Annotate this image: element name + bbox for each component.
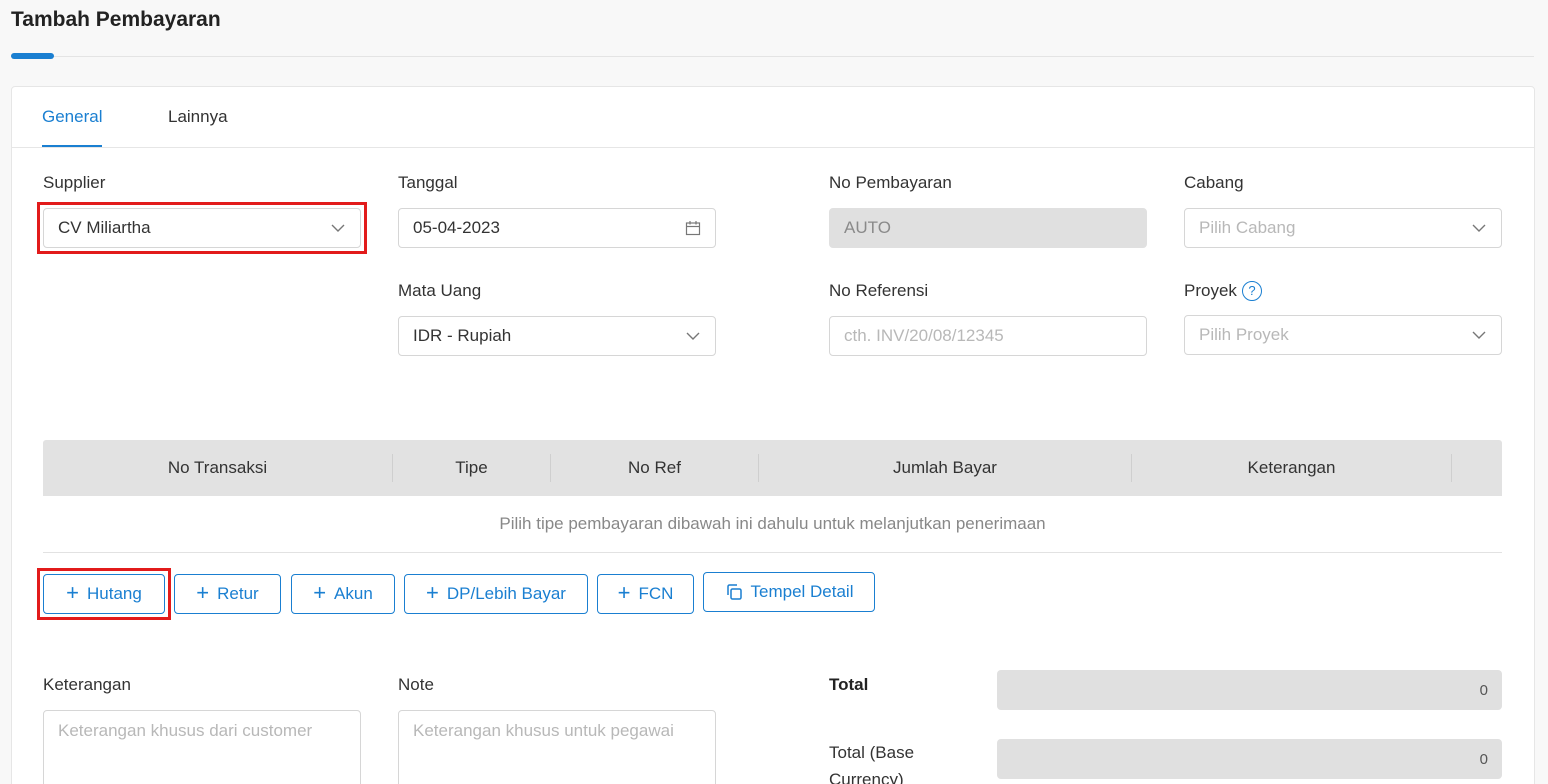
plus-icon: +: [196, 580, 210, 605]
no-pembayaran-field: AUTO: [829, 208, 1147, 248]
payment-table-header: No Transaksi Tipe No Ref Jumlah Bayar Ke…: [43, 440, 1502, 496]
total-base-value: 0: [1479, 750, 1488, 768]
proyek-placeholder: Pilih Proyek: [1199, 325, 1289, 344]
cabang-placeholder: Pilih Cabang: [1199, 218, 1296, 237]
proyek-select[interactable]: Pilih Proyek: [1184, 315, 1502, 355]
total-label: Total: [829, 675, 869, 694]
note-textarea[interactable]: Keterangan khusus untuk pegawai: [398, 710, 716, 784]
supplier-highlight: [37, 202, 367, 254]
chevron-down-icon: [1472, 331, 1486, 339]
column-tipe: Tipe: [455, 458, 488, 477]
tab-lainnya[interactable]: Lainnya: [168, 107, 228, 127]
tab-general[interactable]: General: [42, 107, 102, 127]
no-referensi-placeholder: cth. INV/20/08/12345: [844, 326, 1004, 345]
tanggal-value: 05-04-2023: [413, 218, 500, 237]
tabs-divider: [12, 147, 1534, 148]
copy-icon: [726, 584, 742, 600]
column-separator: [1451, 454, 1452, 482]
table-empty-message: Pilih tipe pembayaran dibawah ini dahulu…: [499, 514, 1046, 533]
column-no-ref: No Ref: [628, 458, 681, 477]
chevron-down-icon: [686, 332, 700, 340]
keterangan-textarea[interactable]: Keterangan khusus dari customer: [43, 710, 361, 784]
add-akun-label: Akun: [334, 584, 373, 603]
proyek-label: Proyek: [1184, 281, 1237, 300]
column-jumlah-bayar: Jumlah Bayar: [893, 458, 997, 477]
hutang-highlight: [37, 568, 171, 620]
mata-uang-label: Mata Uang: [398, 281, 482, 300]
cabang-select[interactable]: Pilih Cabang: [1184, 208, 1502, 248]
calendar-icon[interactable]: [685, 220, 701, 236]
plus-icon: +: [426, 580, 439, 605]
cabang-label: Cabang: [1184, 173, 1244, 192]
table-divider: [43, 552, 1502, 553]
no-referensi-input[interactable]: cth. INV/20/08/12345: [829, 316, 1147, 356]
no-pembayaran-label: No Pembayaran: [829, 173, 952, 192]
plus-icon: +: [617, 580, 631, 605]
no-referensi-label: No Referensi: [829, 281, 929, 300]
mata-uang-select[interactable]: IDR - Rupiah: [398, 316, 716, 356]
add-fcn-label: FCN: [638, 584, 674, 603]
add-dp-label: DP/Lebih Bayar: [446, 584, 566, 603]
column-keterangan: Keterangan: [1247, 458, 1336, 477]
column-no-transaksi: No Transaksi: [167, 458, 268, 477]
no-pembayaran-value: AUTO: [844, 218, 891, 237]
page-title: Tambah Pembayaran: [11, 8, 221, 31]
total-base-field: 0: [997, 739, 1502, 779]
total-base-label-line2: Currency): [829, 770, 904, 784]
supplier-label: Supplier: [43, 173, 106, 192]
tempel-detail-button[interactable]: Tempel Detail: [703, 572, 875, 612]
total-field: 0: [997, 670, 1502, 710]
tanggal-datepicker[interactable]: 05-04-2023: [398, 208, 716, 248]
chevron-down-icon: [1472, 224, 1486, 232]
add-dp-button[interactable]: + DP/Lebih Bayar: [404, 574, 588, 614]
keterangan-label: Keterangan: [43, 675, 131, 694]
add-akun-button[interactable]: + Akun: [291, 574, 395, 614]
add-retur-label: Retur: [217, 584, 259, 603]
title-divider: [11, 56, 1534, 57]
plus-icon: +: [313, 580, 327, 605]
note-label: Note: [398, 675, 434, 694]
add-fcn-button[interactable]: + FCN: [597, 574, 694, 614]
tanggal-label: Tanggal: [398, 173, 458, 192]
add-retur-button[interactable]: + Retur: [174, 574, 281, 614]
title-accent-bar: [11, 53, 54, 59]
mata-uang-value: IDR - Rupiah: [413, 326, 512, 345]
total-value: 0: [1479, 681, 1488, 699]
help-icon[interactable]: ?: [1242, 281, 1262, 301]
total-base-label-line1: Total (Base: [829, 743, 915, 762]
tempel-detail-label: Tempel Detail: [750, 582, 854, 601]
